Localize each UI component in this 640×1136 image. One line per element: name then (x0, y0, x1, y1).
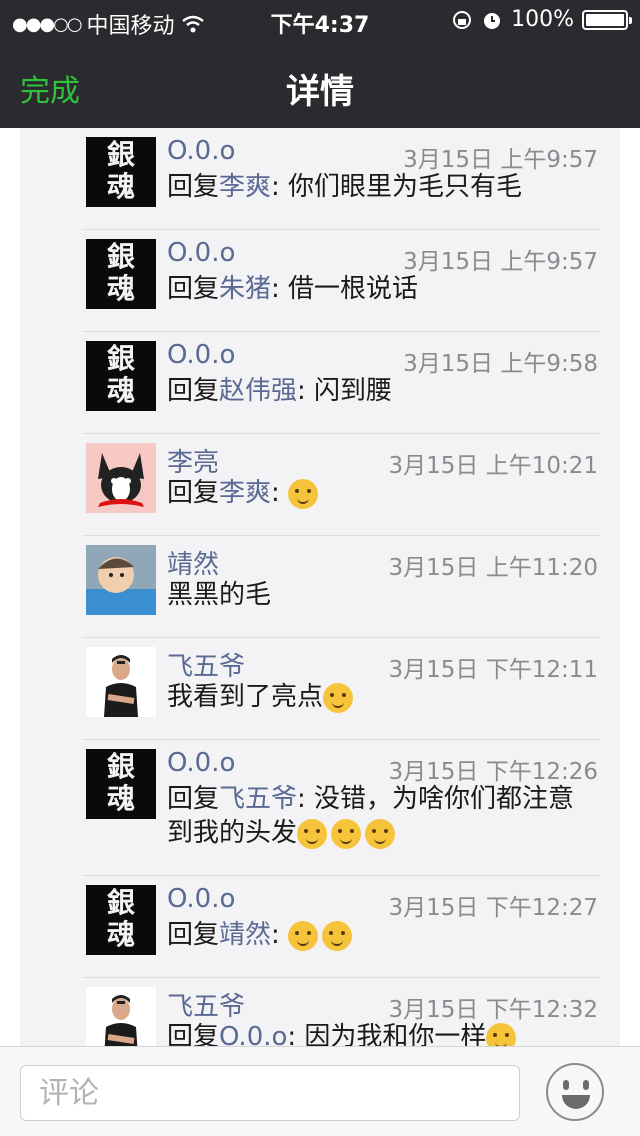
comment-text: 回复朱猪: 借一根说话 (167, 272, 587, 306)
comment-timestamp: 3月15日 下午12:11 (388, 657, 599, 683)
comment-author[interactable]: 飞五爷 (167, 646, 245, 683)
reply-prefix: 回复 (167, 376, 220, 406)
comment-author[interactable]: 李亮 (167, 442, 219, 479)
avatar-logo[interactable]: 銀魂 (86, 137, 156, 207)
comment-text: 我看到了亮点 (167, 680, 587, 714)
comment-item[interactable]: 銀魂 O.0.o 3月15日 上午9:57 回复李爽: 你们眼里为毛只有毛 (82, 128, 600, 230)
emoji-icon (288, 920, 319, 951)
comment-author[interactable]: O.0.o (167, 136, 235, 166)
reply-target-link[interactable]: 朱猪 (219, 274, 271, 304)
comment-text: 回复O.0.o: 因为我和你一样 (167, 1020, 587, 1046)
reply-target-link[interactable]: 飞五爷 (219, 784, 297, 814)
comment-body: : 因为我和你一样 (287, 1022, 487, 1046)
comment-list[interactable]: 銀魂 O.0.o 3月15日 上午9:57 回复李爽: 你们眼里为毛只有毛銀魂 O.0.… (20, 128, 620, 1046)
comment-item[interactable]: 銀魂 O.0.o 3月15日 下午12:26 回复飞五爷: 没错，为啥你们都注意到我的… (82, 740, 600, 876)
avatar-logo[interactable]: 銀魂 (86, 341, 156, 411)
comment-author[interactable]: O.0.o (167, 340, 235, 370)
comment-author[interactable]: O.0.o (167, 748, 235, 778)
emoji-icon (486, 1022, 517, 1046)
comment-author[interactable]: 飞五爷 (167, 986, 245, 1023)
comment-body: : (271, 920, 289, 950)
comment-item[interactable]: 銀魂 O.0.o 3月15日 下午12:27 回复靖然: (82, 876, 600, 978)
avatar-baby[interactable] (86, 545, 156, 615)
reply-prefix: 回复 (167, 172, 220, 202)
comment-item[interactable]: 銀魂 O.0.o 3月15日 上午9:57 回复朱猪: 借一根说话 (82, 230, 600, 332)
comment-body: : 借一根说话 (271, 274, 419, 304)
comment-body: : 你们眼里为毛只有毛 (271, 172, 523, 202)
reply-target-link[interactable]: 赵伟强 (219, 376, 297, 406)
rotation-lock-icon (453, 10, 472, 29)
reply-prefix: 回复 (167, 478, 220, 508)
comment-timestamp: 3月15日 上午9:57 (403, 147, 598, 173)
page-title: 详情 (286, 72, 354, 112)
comment-timestamp: 3月15日 下午12:26 (388, 759, 599, 785)
comment-timestamp: 3月15日 上午9:57 (403, 249, 598, 275)
comment-timestamp: 3月15日 上午11:20 (388, 555, 599, 581)
comment-body: : 闪到腰 (297, 376, 393, 406)
comment-item[interactable]: 李亮 3月15日 上午10:21 回复李爽: (82, 434, 600, 536)
comment-text: 回复赵伟强: 闪到腰 (167, 374, 587, 408)
avatar-man[interactable] (86, 987, 156, 1046)
emoji-icon (297, 818, 328, 849)
avatar-logo[interactable]: 銀魂 (86, 749, 156, 819)
comment-body: 黑黑的毛 (167, 580, 272, 610)
emoji-icon (323, 682, 354, 713)
avatar-dog[interactable] (86, 443, 156, 513)
avatar-man[interactable] (86, 647, 156, 717)
comment-item[interactable]: 銀魂 O.0.o 3月15日 上午9:58 回复赵伟强: 闪到腰 (82, 332, 600, 434)
battery-percent: 100% (511, 7, 574, 32)
comment-item[interactable]: 飞五爷 3月15日 下午12:11 我看到了亮点 (82, 638, 600, 740)
reply-target-link[interactable]: 李爽 (219, 172, 271, 202)
comment-bar (0, 1046, 640, 1136)
reply-target-link[interactable]: 李爽 (219, 478, 271, 508)
comment-body: : (271, 478, 289, 508)
comment-item[interactable]: 靖然 3月15日 上午11:20 黑黑的毛 (82, 536, 600, 638)
comment-input[interactable] (20, 1065, 520, 1121)
reply-target-link[interactable]: 靖然 (219, 920, 271, 950)
comment-text: 回复李爽: 你们眼里为毛只有毛 (167, 170, 587, 204)
reply-prefix: 回复 (167, 920, 220, 950)
comment-timestamp: 3月15日 上午9:58 (403, 351, 598, 377)
emoji-icon (331, 818, 362, 849)
emoji-icon (288, 478, 319, 509)
reply-prefix: 回复 (167, 1022, 220, 1046)
comment-timestamp: 3月15日 下午12:32 (388, 997, 599, 1023)
comment-body: 我看到了亮点 (167, 682, 324, 712)
comment-author[interactable]: O.0.o (167, 884, 235, 914)
top-bar: ●●●○○ 中国移动 下午4:37 100% 完成 详情 (0, 0, 640, 128)
reply-target-link[interactable]: O.0.o (219, 1022, 287, 1046)
comment-text: 黑黑的毛 (167, 578, 587, 612)
comment-item[interactable]: 飞五爷 3月15日 下午12:32 回复O.0.o: 因为我和你一样 (82, 978, 600, 1046)
reply-prefix: 回复 (167, 784, 220, 814)
comment-text: 回复飞五爷: 没错，为啥你们都注意到我的头发 (167, 782, 587, 850)
battery-icon (582, 9, 632, 30)
reply-prefix: 回复 (167, 274, 220, 304)
comment-text: 回复靖然: (167, 918, 587, 952)
emoji-icon (322, 920, 353, 951)
emoji-icon (365, 818, 396, 849)
comment-timestamp: 3月15日 下午12:27 (388, 895, 599, 921)
comment-text: 回复李爽: (167, 476, 587, 510)
emoji-button-icon[interactable] (546, 1063, 604, 1121)
comment-author[interactable]: O.0.o (167, 238, 235, 268)
avatar-logo[interactable]: 銀魂 (86, 885, 156, 955)
comment-timestamp: 3月15日 上午10:21 (388, 453, 599, 479)
avatar-logo[interactable]: 銀魂 (86, 239, 156, 309)
status-bar: ●●●○○ 中国移动 下午4:37 100% (0, 0, 640, 40)
comment-author[interactable]: 靖然 (167, 544, 219, 581)
alarm-icon (484, 12, 501, 29)
